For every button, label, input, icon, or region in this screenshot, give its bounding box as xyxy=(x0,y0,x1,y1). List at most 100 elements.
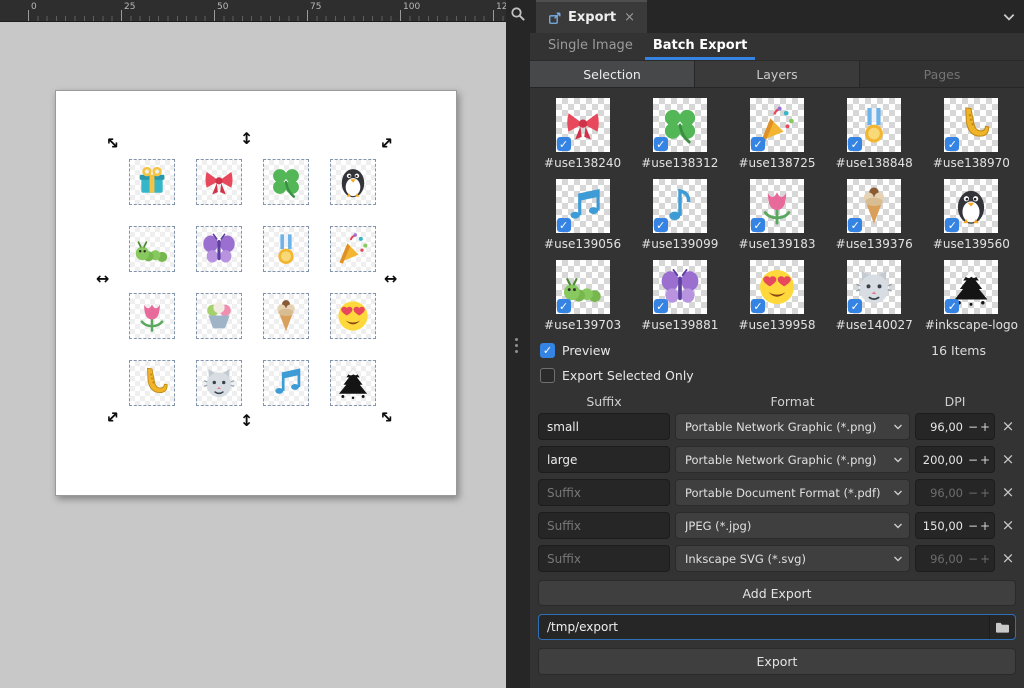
page[interactable]: ↔ ↕ ↔ ↔ ↔ ↔ ↕ ↔ xyxy=(55,90,457,496)
suffix-input[interactable] xyxy=(538,413,670,440)
horizontal-ruler[interactable]: 0255075100125 xyxy=(0,0,506,22)
item-checkbox[interactable]: ✓ xyxy=(654,299,668,313)
item-checkbox[interactable]: ✓ xyxy=(848,218,862,232)
export-button[interactable]: Export xyxy=(538,648,1016,675)
preview-checkbox[interactable]: ✓ xyxy=(540,343,555,358)
thumbnail-party[interactable]: ✓ xyxy=(750,98,804,152)
item-checkbox[interactable]: ✓ xyxy=(848,299,862,313)
dpi-decrease-button[interactable]: − xyxy=(967,487,979,499)
export-item[interactable]: ✓#use139376 xyxy=(826,179,923,251)
canvas-object-tulip[interactable] xyxy=(129,293,175,339)
thumbnail-heart-eyes[interactable]: ✓ xyxy=(750,260,804,314)
dpi-increase-button[interactable]: + xyxy=(979,421,991,433)
dpi-decrease-button[interactable]: − xyxy=(967,454,979,466)
export-item[interactable]: ✓#use138848 xyxy=(826,98,923,170)
selection-handle-n[interactable]: ↕ xyxy=(240,131,253,147)
item-checkbox[interactable]: ✓ xyxy=(751,218,765,232)
panel-resize-grip[interactable] xyxy=(515,338,518,353)
canvas-object-inkscape[interactable] xyxy=(330,360,376,406)
thumbnail-inkscape[interactable]: ✓ xyxy=(944,260,998,314)
dpi-spinner[interactable]: 96,00−+ xyxy=(915,545,995,572)
format-select[interactable]: Portable Network Graphic (*.png) xyxy=(675,413,910,440)
selection-handle-nw[interactable]: ↔ xyxy=(102,133,123,154)
thumbnail-bow[interactable]: ✓ xyxy=(556,98,610,152)
magnifier-icon[interactable] xyxy=(510,6,526,22)
canvas-object-party[interactable] xyxy=(330,226,376,272)
remove-export-button[interactable]: × xyxy=(1000,452,1016,467)
folder-browse-button[interactable] xyxy=(989,615,1015,639)
item-checkbox[interactable]: ✓ xyxy=(654,218,668,232)
thumbnail-tulip[interactable]: ✓ xyxy=(750,179,804,233)
format-select[interactable]: Portable Network Graphic (*.png) xyxy=(675,446,910,473)
item-checkbox[interactable]: ✓ xyxy=(945,218,959,232)
canvas-object-cat[interactable] xyxy=(196,360,242,406)
close-dialog-button[interactable]: × xyxy=(624,10,635,25)
thumbnail-saxophone[interactable]: ✓ xyxy=(944,98,998,152)
canvas-object-notes[interactable] xyxy=(263,360,309,406)
thumbnail-caterpillar[interactable]: ✓ xyxy=(556,260,610,314)
dpi-increase-button[interactable]: + xyxy=(979,520,991,532)
thumbnail-clover[interactable]: ✓ xyxy=(653,98,707,152)
tab-single-image[interactable]: Single Image xyxy=(540,33,641,60)
item-checkbox[interactable]: ✓ xyxy=(848,137,862,151)
remove-export-button[interactable]: × xyxy=(1000,551,1016,566)
dpi-increase-button[interactable]: + xyxy=(979,454,991,466)
canvas-object-butterfly[interactable] xyxy=(196,226,242,272)
dpi-increase-button[interactable]: + xyxy=(979,553,991,565)
export-item[interactable]: ✓#use139183 xyxy=(728,179,825,251)
canvas[interactable]: ↔ ↕ ↔ ↔ ↔ ↔ ↕ ↔ xyxy=(0,22,506,688)
item-checkbox[interactable]: ✓ xyxy=(945,299,959,313)
add-export-button[interactable]: Add Export xyxy=(538,580,1016,606)
item-checkbox[interactable]: ✓ xyxy=(557,137,571,151)
suffix-input[interactable] xyxy=(538,446,670,473)
selection-handle-w[interactable]: ↔ xyxy=(96,271,109,287)
export-item[interactable]: ✓#use140027 xyxy=(826,260,923,332)
item-checkbox[interactable]: ✓ xyxy=(945,137,959,151)
thumbnail-medal[interactable]: ✓ xyxy=(847,98,901,152)
suffix-input[interactable] xyxy=(538,479,670,506)
canvas-object-gift[interactable] xyxy=(129,159,175,205)
thumbnail-notes[interactable]: ✓ xyxy=(556,179,610,233)
selection-handle-sw[interactable]: ↔ xyxy=(102,407,123,428)
export-item[interactable]: ✓#use138725 xyxy=(728,98,825,170)
format-select[interactable]: Inkscape SVG (*.svg) xyxy=(675,545,910,572)
thumbnail-cat[interactable]: ✓ xyxy=(847,260,901,314)
dpi-decrease-button[interactable]: − xyxy=(967,553,979,565)
item-checkbox[interactable]: ✓ xyxy=(654,137,668,151)
export-item[interactable]: ✓#use139099 xyxy=(631,179,728,251)
export-item[interactable]: ✓#inkscape-logo xyxy=(923,260,1020,332)
thumbnail-softserve[interactable]: ✓ xyxy=(847,179,901,233)
canvas-object-sundae[interactable] xyxy=(196,293,242,339)
canvas-object-softserve[interactable] xyxy=(263,293,309,339)
thumbnail-note[interactable]: ✓ xyxy=(653,179,707,233)
export-path-input[interactable] xyxy=(539,620,989,634)
export-item[interactable]: ✓#use139056 xyxy=(534,179,631,251)
dpi-spinner[interactable]: 96,00−+ xyxy=(915,413,995,440)
canvas-object-caterpillar[interactable] xyxy=(129,226,175,272)
canvas-object-saxophone[interactable] xyxy=(129,360,175,406)
export-item[interactable]: ✓#use139560 xyxy=(923,179,1020,251)
format-select[interactable]: Portable Document Format (*.pdf) xyxy=(675,479,910,506)
export-selected-only-checkbox[interactable]: ✓ xyxy=(540,368,555,383)
canvas-object-bow[interactable] xyxy=(196,159,242,205)
export-item[interactable]: ✓#use138312 xyxy=(631,98,728,170)
dpi-increase-button[interactable]: + xyxy=(979,487,991,499)
format-select[interactable]: JPEG (*.jpg) xyxy=(675,512,910,539)
canvas-object-medal[interactable] xyxy=(263,226,309,272)
thumbnail-penguin[interactable]: ✓ xyxy=(944,179,998,233)
remove-export-button[interactable]: × xyxy=(1000,518,1016,533)
selection-handle-se[interactable]: ↔ xyxy=(376,407,397,428)
canvas-object-penguin[interactable] xyxy=(330,159,376,205)
item-checkbox[interactable]: ✓ xyxy=(557,299,571,313)
selection-handle-e[interactable]: ↔ xyxy=(384,271,397,287)
dock-menu-chevron-icon[interactable] xyxy=(1002,10,1016,24)
dpi-spinner[interactable]: 96,00−+ xyxy=(915,479,995,506)
dpi-spinner[interactable]: 200,00−+ xyxy=(915,446,995,473)
export-item[interactable]: ✓#use138970 xyxy=(923,98,1020,170)
selection-handle-s[interactable]: ↕ xyxy=(240,413,253,429)
export-item[interactable]: ✓#use139958 xyxy=(728,260,825,332)
export-item[interactable]: ✓#use138240 xyxy=(534,98,631,170)
export-item[interactable]: ✓#use139703 xyxy=(534,260,631,332)
panel-splitter[interactable] xyxy=(506,0,530,688)
remove-export-button[interactable]: × xyxy=(1000,419,1016,434)
